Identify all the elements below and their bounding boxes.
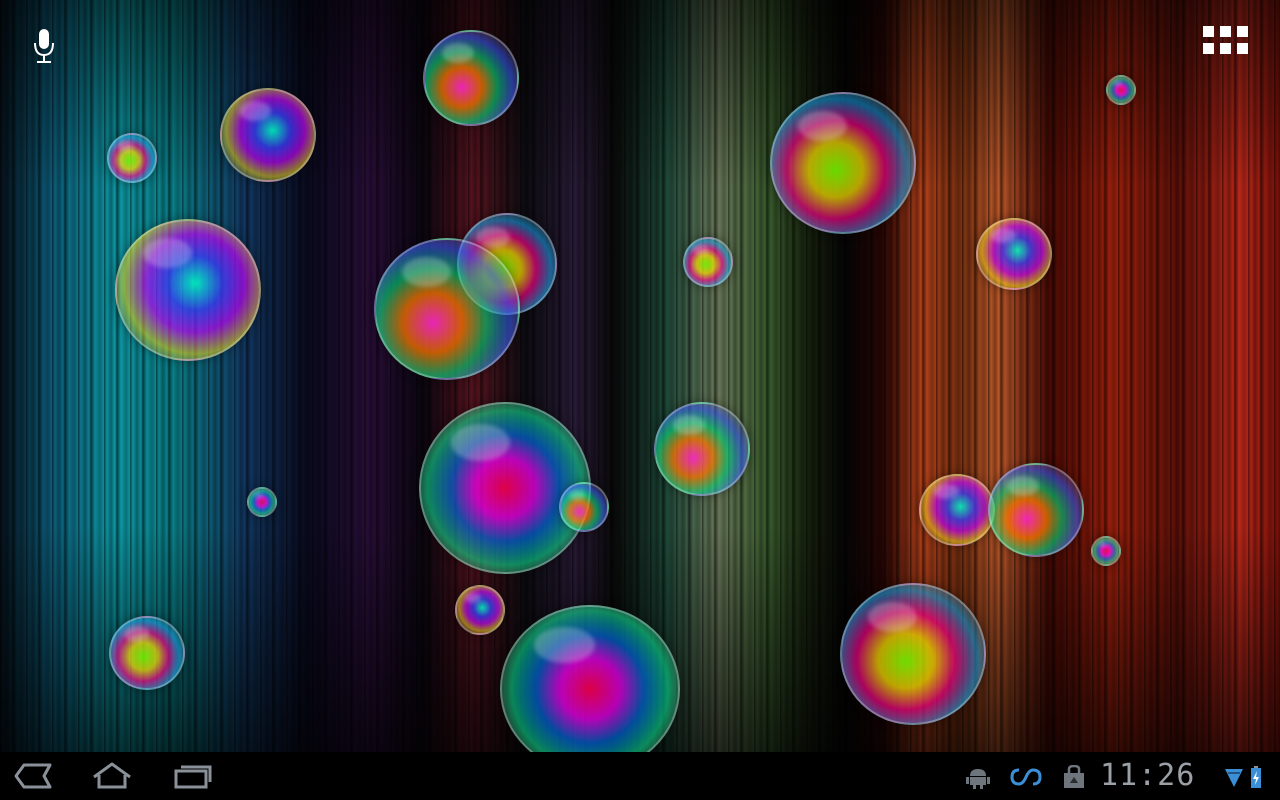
bubble [559,482,609,532]
back-button[interactable] [0,756,64,796]
bubble [919,474,995,546]
bubble [107,133,157,183]
bubble [654,402,750,496]
bubble [976,218,1052,290]
recent-apps-button[interactable] [160,756,224,796]
bubble [109,616,185,690]
bubble [455,585,505,635]
bubble [220,88,316,182]
android-debug-icon[interactable] [964,764,992,790]
bubble [247,487,277,517]
bubble [419,402,591,574]
wifi-signal-icon[interactable] [1222,764,1246,790]
bubble [500,605,680,752]
bubble [423,30,519,126]
battery-charging-icon[interactable] [1249,764,1263,790]
bubble [1091,536,1121,566]
live-wallpaper[interactable] [0,0,1280,752]
home-screen: 11:26 [0,0,1280,800]
bubble [115,219,261,361]
bubble [770,92,916,234]
microphone-icon [34,29,54,63]
system-bar [0,752,1280,800]
bubble [374,238,520,380]
bubble [1106,75,1136,105]
recent-apps-icon [174,765,212,789]
sync-icon[interactable] [1008,764,1044,790]
bubble [683,237,733,287]
voice-search-button[interactable] [22,24,66,68]
home-button[interactable] [80,756,144,796]
all-apps-button[interactable] [1196,18,1254,62]
market-icon[interactable] [1060,764,1088,790]
status-clock[interactable]: 11:26 [1100,756,1218,796]
bubble [988,463,1084,557]
bubble [840,583,986,725]
apps-grid-icon [1202,26,1248,54]
home-icon [93,762,131,789]
back-icon [14,763,52,789]
